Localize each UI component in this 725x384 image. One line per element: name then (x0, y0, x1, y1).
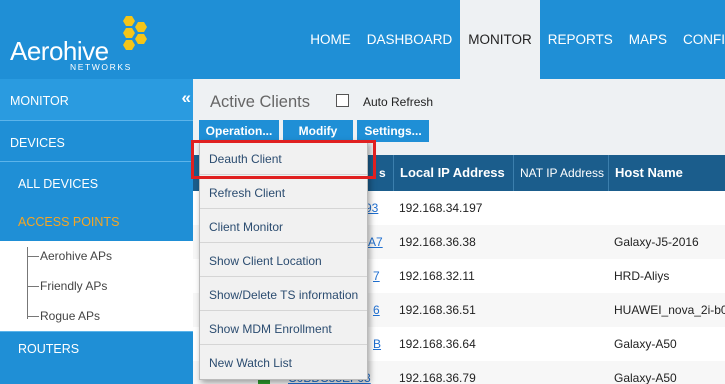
menu-item-label: Refresh Client (209, 186, 286, 200)
client-local-ip: 192.168.36.79 (399, 371, 476, 384)
menu-item-show-delete-ts-information[interactable]: Show/Delete TS information (200, 277, 367, 311)
main-nav: HOME DASHBOARD MONITOR REPORTS MAPS CONF… (302, 0, 725, 79)
sidebar-devices-label: DEVICES (10, 136, 65, 150)
column-header-host-name[interactable]: Host Name (608, 155, 725, 191)
client-host-name: HUAWEI_nova_2i-b0 (614, 303, 725, 317)
client-mac-link[interactable]: A7 (368, 235, 383, 249)
sidebar-ap-submenu: Aerohive APs Friendly APs Rogue APs (0, 241, 193, 331)
highlight-annotation-box (191, 140, 376, 179)
sidebar-item-access-points[interactable]: ACCESS POINTS (0, 203, 193, 241)
sidebar-routers-label: ROUTERS (18, 342, 80, 356)
client-host-name: HRD-Aliys (614, 269, 670, 283)
client-mac-link[interactable]: 6 (373, 303, 380, 317)
client-local-ip: 192.168.36.64 (399, 337, 476, 351)
nav-reports[interactable]: REPORTS (540, 0, 621, 79)
sidebar-item-aerohive-aps[interactable]: Aerohive APs (0, 241, 193, 271)
modify-button[interactable]: Modify (283, 120, 353, 142)
tree-branch (27, 286, 39, 287)
nav-monitor[interactable]: MONITOR (460, 0, 540, 79)
menu-item-new-watch-list[interactable]: New Watch List (200, 345, 367, 379)
column-header-nat-ip[interactable]: NAT IP Address (513, 155, 608, 191)
top-header: Aerohive NETWORKS HOME DASHBOARD MONITOR… (0, 0, 725, 79)
sidebar-item-rogue-aps[interactable]: Rogue APs (0, 301, 193, 331)
client-local-ip: 192.168.34.197 (399, 201, 483, 215)
nav-home[interactable]: HOME (302, 0, 359, 79)
sidebar-aerohive-aps-label: Aerohive APs (40, 249, 113, 263)
client-mac-link[interactable]: 7 (373, 269, 380, 283)
aerohive-logo[interactable]: Aerohive NETWORKS (8, 14, 168, 74)
sidebar-monitor-header[interactable]: MONITOR « (0, 79, 193, 121)
sidebar-item-devices[interactable]: DEVICES (0, 122, 193, 162)
sidebar-rogue-aps-label: Rogue APs (40, 309, 101, 323)
sidebar-all-devices-label: ALL DEVICES (18, 177, 99, 191)
settings-button[interactable]: Settings... (357, 120, 429, 142)
sidebar-item-all-devices[interactable]: ALL DEVICES (0, 163, 193, 203)
tree-branch (27, 316, 39, 317)
menu-item-show-mdm-enrollment[interactable]: Show MDM Enrollment (200, 311, 367, 345)
hexagon-logo-icon (123, 16, 147, 50)
menu-item-label: New Watch List (209, 356, 292, 370)
auto-refresh-checkbox[interactable] (336, 94, 349, 107)
logo-subtext: NETWORKS (70, 62, 132, 72)
collapse-sidebar-icon[interactable]: « (182, 88, 191, 108)
column-header-local-ip[interactable]: Local IP Address (393, 155, 513, 191)
menu-item-label: Show/Delete TS information (209, 288, 359, 302)
nav-maps[interactable]: MAPS (621, 0, 675, 79)
sidebar-item-friendly-aps[interactable]: Friendly APs (0, 271, 193, 301)
page-title: Active Clients (210, 93, 310, 111)
sidebar-monitor-label: MONITOR (10, 94, 69, 108)
nav-dashboard[interactable]: DASHBOARD (359, 0, 461, 79)
menu-item-label: Client Monitor (209, 220, 284, 234)
menu-item-label: Show Client Location (209, 254, 322, 268)
client-local-ip: 192.168.36.38 (399, 235, 476, 249)
tree-branch (27, 256, 39, 257)
sidebar-access-points-label: ACCESS POINTS (18, 215, 120, 229)
client-host-name: Galaxy-A50 (614, 371, 677, 384)
menu-item-show-client-location[interactable]: Show Client Location (200, 243, 367, 277)
client-host-name: Galaxy-J5-2016 (614, 235, 699, 249)
nav-configure[interactable]: CONFIG (675, 0, 725, 79)
client-local-ip: 192.168.36.51 (399, 303, 476, 317)
operation-button[interactable]: Operation... (199, 120, 279, 142)
sidebar: MONITOR « DEVICES ALL DEVICES ACCESS POI… (0, 79, 193, 384)
column-header-mac[interactable]: s (373, 155, 395, 191)
auto-refresh-label[interactable]: Auto Refresh (363, 95, 433, 109)
client-local-ip: 192.168.32.11 (399, 269, 475, 283)
client-mac-link[interactable]: B (373, 337, 381, 351)
menu-item-label: Show MDM Enrollment (209, 322, 332, 336)
menu-item-refresh-client[interactable]: Refresh Client (200, 175, 367, 209)
client-host-name: Galaxy-A50 (614, 337, 677, 351)
sidebar-friendly-aps-label: Friendly APs (40, 279, 108, 293)
sidebar-item-routers[interactable]: ROUTERS (0, 331, 193, 384)
menu-item-client-monitor[interactable]: Client Monitor (200, 209, 367, 243)
